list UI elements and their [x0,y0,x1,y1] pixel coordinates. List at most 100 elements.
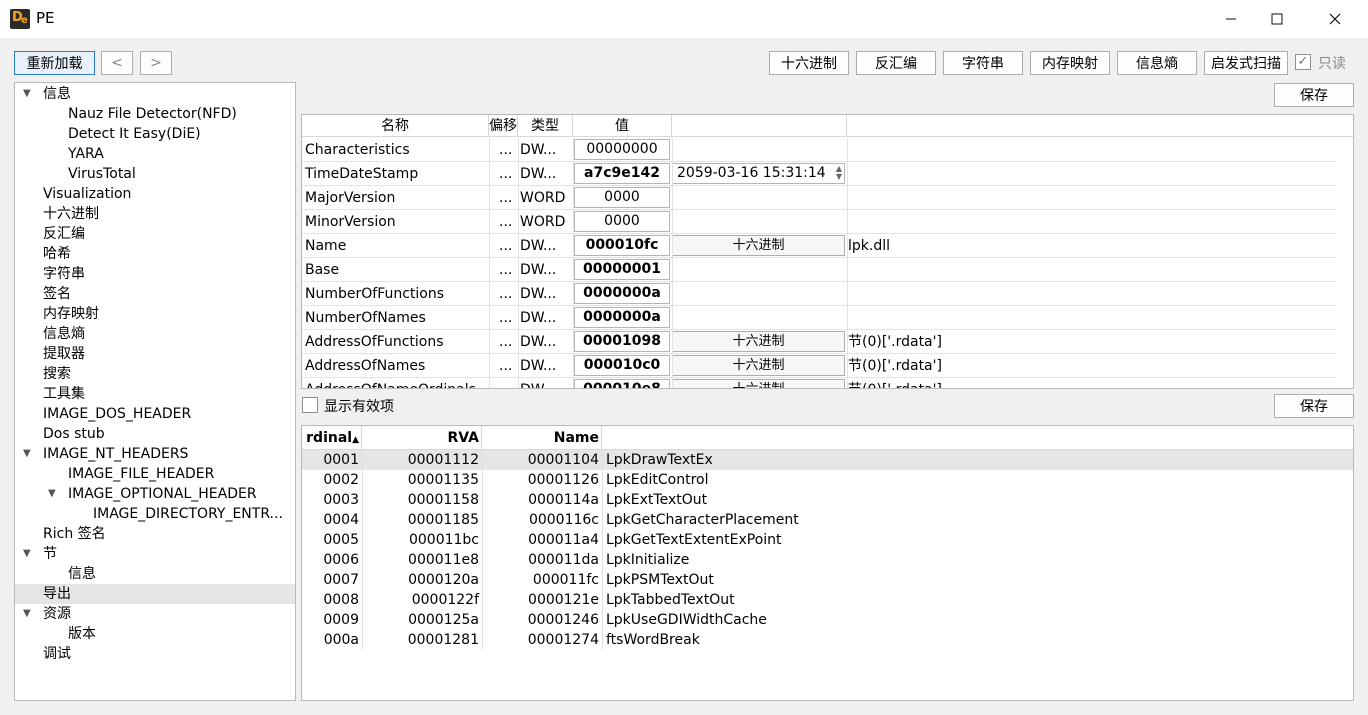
tree-item[interactable]: 调试 [15,644,295,664]
tree-item[interactable]: 哈希 [15,244,295,264]
export-row[interactable]: 000a 00001281 00001274 ftsWordBreak [302,630,1353,650]
table-row[interactable]: NumberOfFunctions... DW... 0000000a [302,282,1336,306]
export-row[interactable]: 0001 00001112 00001104 LpkDrawTextEx [302,450,1353,470]
export-row[interactable]: 0007 0000120a 000011fc LpkPSMTextOut [302,570,1353,590]
save-button-exports[interactable]: 保存 [1274,394,1354,418]
tree-item[interactable]: VirusTotal [15,164,295,184]
tree-item[interactable]: 信息 [15,564,295,584]
minimize-button[interactable] [1208,0,1254,38]
table-row[interactable]: Characteristics... DW... 00000000 [302,138,1336,162]
memory-map-button[interactable]: 内存映射 [1030,51,1110,75]
table-row[interactable]: AddressOfFunctions... DW... 00001098 十六进制 节(… [302,330,1336,354]
field-value-input[interactable]: 00000001 [574,259,670,280]
export-row[interactable]: 0009 0000125a 00001246 LpkUseGDIWidthCache [302,610,1353,630]
tree-item[interactable]: 导出 [15,584,295,604]
tree-item[interactable]: 搜索 [15,364,295,384]
table-row[interactable]: Base... DW... 00000001 [302,258,1336,282]
tree-item[interactable]: 版本 [15,624,295,644]
table-row[interactable]: TimeDateStamp... DW... a7c9e142 2059-03-16 … [302,162,1336,186]
column-header-name[interactable]: 名称 [302,115,489,137]
table-row[interactable]: MajorVersion... WORD 0000 [302,186,1336,210]
field-value-input[interactable]: 00000000 [574,139,670,160]
spin-arrows-icon[interactable]: ▲ ▼ [836,165,842,181]
table-row[interactable]: AddressOfNameOrdinals...DW...000010e8十六进… [302,378,1336,388]
field-value-input[interactable]: 000010e8 [574,379,670,388]
show-valid-label: 显示有效项 [324,399,394,415]
tree-item[interactable]: 提取器 [15,344,295,364]
readonly-checkbox[interactable]: ✓ [1295,54,1311,70]
table-row[interactable]: AddressOfNames... DW... 000010c0 十六进制 节(0)['… [302,354,1336,378]
disasm-button[interactable]: 反汇编 [856,51,936,75]
forward-button[interactable]: > [140,51,172,75]
field-value-input[interactable]: a7c9e142 [574,163,670,184]
column-header-offset[interactable]: 偏移 [489,115,518,137]
field-offset: ... [499,262,513,278]
tree-item[interactable]: 签名 [15,284,295,304]
column-header-type[interactable]: 类型 [518,115,573,137]
table-row[interactable]: Name... DW... 000010fc 十六进制 lpk.dll [302,234,1336,258]
table-row[interactable]: MinorVersion... WORD 0000 [302,210,1336,234]
hex-view-button[interactable]: 十六进制 [672,235,845,256]
table-row[interactable]: NumberOfNames... DW... 0000000a [302,306,1336,330]
field-value-input[interactable]: 00001098 [574,331,670,352]
tree-item[interactable]: Visualization [15,184,295,204]
column-header-rva[interactable]: RVA [362,426,482,450]
expand-arrow-icon[interactable]: ▼ [23,544,31,564]
tree-item[interactable]: IMAGE_DIRECTORY_ENTR... [15,504,295,524]
tree-item[interactable]: ▼ 资源 [15,604,295,624]
tree-item[interactable]: YARA [15,144,295,164]
export-row[interactable]: 0004 00001185 0000116c LpkGetCharacterPlace… [302,510,1353,530]
export-row[interactable]: 0006 000011e8 000011da LpkInitialize [302,550,1353,570]
tree-item[interactable]: Dos stub [15,424,295,444]
tree-item[interactable]: 字符串 [15,264,295,284]
entropy-button[interactable]: 信息熵 [1117,51,1197,75]
hex-view-button[interactable]: 十六进制 [672,355,845,376]
expand-arrow-icon[interactable]: ▼ [48,484,56,504]
field-type: WORD [520,214,566,230]
tree-item[interactable]: 反汇编 [15,224,295,244]
tree-item[interactable]: Rich 签名 [15,524,295,544]
expand-arrow-icon[interactable]: ▼ [23,604,31,624]
tree-item[interactable]: 工具集 [15,384,295,404]
tree-item[interactable]: 内存映射 [15,304,295,324]
tree-item[interactable]: 信息熵 [15,324,295,344]
datetime-input[interactable]: 2059-03-16 15:31:14 ▲ ▼ [672,163,845,184]
tree-item[interactable]: ▼ 信息 [15,84,295,104]
export-row[interactable]: 0003 00001158 0000114a LpkExtTextOut [302,490,1353,510]
show-valid-checkbox[interactable] [302,397,318,413]
strings-button[interactable]: 字符串 [943,51,1023,75]
column-header-name[interactable]: Name [482,426,602,450]
tree-item[interactable]: ▼ IMAGE_NT_HEADERS [15,444,295,464]
tree-item[interactable]: IMAGE_DOS_HEADER [15,404,295,424]
column-header-value[interactable]: 值 [573,115,672,137]
export-row[interactable]: 0002 00001135 00001126 LpkEditControl [302,470,1353,490]
save-button-header[interactable]: 保存 [1274,83,1354,107]
tree-item[interactable]: Detect It Easy(DiE) [15,124,295,144]
field-value-input[interactable]: 000010c0 [574,355,670,376]
export-row[interactable]: 0005 000011bc 000011a4 LpkGetTextExtentExPo… [302,530,1353,550]
field-value-input[interactable]: 0000000a [574,283,670,304]
close-button[interactable] [1312,0,1358,38]
reload-button[interactable]: 重新加载 [14,51,95,75]
field-value-input[interactable]: 000010fc [574,235,670,256]
tree-item[interactable]: ▼ IMAGE_OPTIONAL_HEADER [15,484,295,504]
tree-item[interactable]: Nauz File Detector(NFD) [15,104,295,124]
field-value-input[interactable]: 0000 [574,187,670,208]
export-row[interactable]: 0008 0000122f 0000121e LpkTabbedTextOut [302,590,1353,610]
tree-item[interactable]: 十六进制 [15,204,295,224]
hex-view-button[interactable]: 十六进制 [672,379,845,388]
field-value-input[interactable]: 0000 [574,211,670,232]
heuristic-scan-button[interactable]: 启发式扫描 [1204,51,1288,75]
expand-arrow-icon[interactable]: ▼ [23,444,31,464]
tree-item[interactable]: ▼ 节 [15,544,295,564]
export-rva: 000011e8 [408,552,479,568]
hex-view-button[interactable]: 十六进制 [672,331,845,352]
maximize-button[interactable] [1254,0,1300,38]
field-value-input[interactable]: 0000000a [574,307,670,328]
back-button[interactable]: < [101,51,133,75]
field-type: DW... [520,238,557,254]
expand-arrow-icon[interactable]: ▼ [23,84,31,104]
column-header-ordinal[interactable]: rdinal▲ [302,426,362,450]
hex-button[interactable]: 十六进制 [769,51,849,75]
tree-item[interactable]: IMAGE_FILE_HEADER [15,464,295,484]
